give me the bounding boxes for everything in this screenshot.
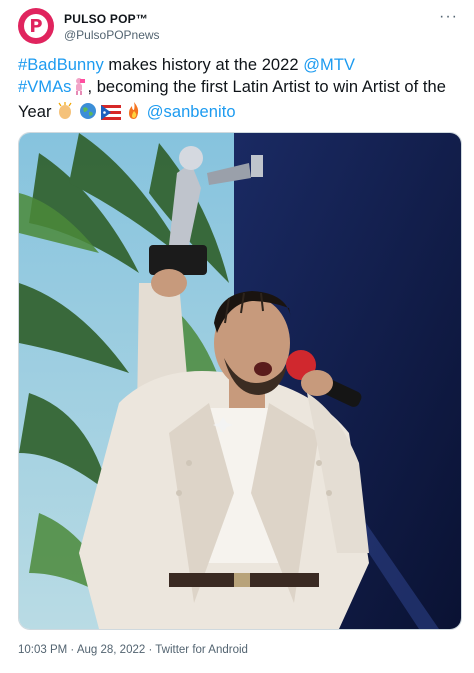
mention-mtv[interactable]: @MTV xyxy=(303,56,355,74)
tweet-text: #BadBunny makes history at the 2022 @MTV… xyxy=(18,54,458,126)
clapping-hands-icon xyxy=(56,102,74,126)
author-display-name[interactable]: PULSO POP™ xyxy=(64,11,160,27)
tweet-header: P PULSO POP™ @PulsoPOPnews ··· xyxy=(18,8,458,48)
tweet-date[interactable]: Aug 28, 2022 xyxy=(77,644,145,656)
tweet-source[interactable]: Twitter for Android xyxy=(155,644,248,656)
photo-bad-bunny-vmas xyxy=(19,133,461,629)
tweet-card[interactable]: P PULSO POP™ @PulsoPOPnews ··· #BadBunny… xyxy=(0,0,474,673)
tweet-photo[interactable] xyxy=(18,132,462,630)
globe-icon xyxy=(79,102,97,126)
hashtag-badbunny[interactable]: #BadBunny xyxy=(18,56,104,74)
puerto-rico-flag-icon xyxy=(101,104,122,126)
tweet-meta: 10:03 PM · Aug 28, 2022 · Twitter for An… xyxy=(18,644,248,656)
more-options-icon[interactable]: ··· xyxy=(439,8,458,26)
vma-astronaut-emoji-icon xyxy=(71,77,87,101)
tweet-time[interactable]: 10:03 PM xyxy=(18,644,67,656)
author-handle[interactable]: @PulsoPOPnews xyxy=(64,27,160,43)
author-names[interactable]: PULSO POP™ @PulsoPOPnews xyxy=(64,11,160,43)
avatar[interactable]: P xyxy=(18,8,54,44)
tweet-text-part-1: makes history at the 2022 xyxy=(103,56,304,74)
meta-separator: · xyxy=(145,644,156,656)
fire-icon xyxy=(126,102,142,126)
mention-sanbenito[interactable]: @sanbenito xyxy=(147,103,236,121)
avatar-logo: P xyxy=(24,14,48,38)
meta-separator: · xyxy=(67,644,77,656)
hashtag-vmas[interactable]: #VMAs xyxy=(18,78,71,96)
